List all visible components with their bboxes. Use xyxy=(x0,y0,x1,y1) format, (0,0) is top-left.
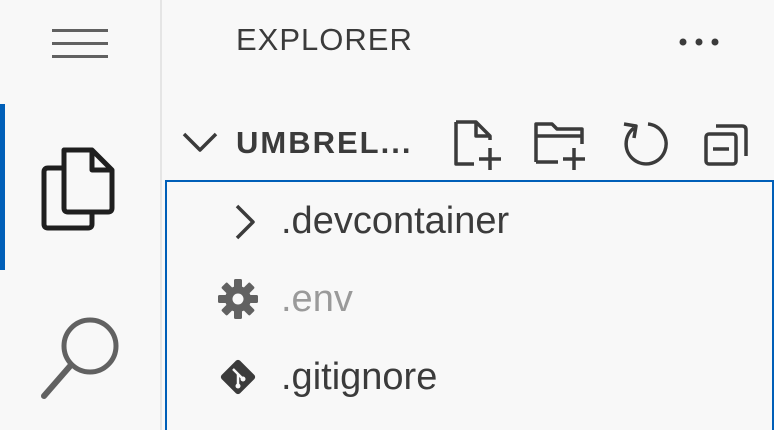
more-actions-button[interactable] xyxy=(674,22,724,62)
tree-item-label: .gitignore xyxy=(281,356,438,398)
activity-bar xyxy=(0,0,162,430)
hamburger-menu-icon xyxy=(52,29,108,58)
search-icon xyxy=(41,317,119,399)
tree-item-gitignore[interactable]: .gitignore xyxy=(167,338,772,416)
files-icon xyxy=(41,147,115,231)
chevron-down-icon xyxy=(182,132,218,152)
new-folder-icon xyxy=(534,122,585,170)
refresh-icon xyxy=(623,122,668,166)
tree-item-devcontainer[interactable]: .devcontainer xyxy=(167,182,772,260)
active-indicator xyxy=(0,104,5,270)
workspace-folder-name[interactable]: UMBREL... xyxy=(236,125,412,161)
collapse-folders-button[interactable] xyxy=(702,118,758,174)
activity-explorer[interactable] xyxy=(0,104,160,270)
folder-toggle[interactable] xyxy=(180,126,220,161)
activity-search[interactable] xyxy=(0,300,160,430)
ellipsis-icon xyxy=(679,38,719,46)
collapse-all-icon xyxy=(704,124,748,166)
new-folder-button[interactable] xyxy=(532,118,588,174)
application-menu-button[interactable] xyxy=(40,20,120,68)
chevron-right-icon xyxy=(235,204,255,240)
gear-icon xyxy=(218,279,258,319)
explorer-sidebar: EXPLORER UMBREL... .devcontainer .env .g… xyxy=(162,0,774,430)
git-icon xyxy=(220,359,256,395)
new-file-button[interactable] xyxy=(450,118,506,174)
sidebar-title: EXPLORER xyxy=(236,22,413,57)
tree-item-env[interactable]: .env xyxy=(167,260,772,338)
tree-item-label: .env xyxy=(281,278,353,320)
new-file-icon xyxy=(454,120,501,170)
refresh-explorer-button[interactable] xyxy=(618,118,674,174)
tree-item-label: .devcontainer xyxy=(281,200,510,242)
file-tree: .devcontainer .env .gitignore xyxy=(165,180,774,430)
